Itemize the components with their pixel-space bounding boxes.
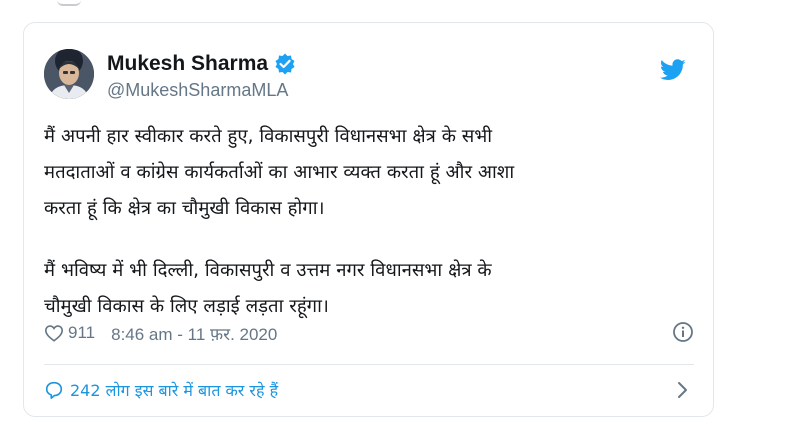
heart-icon[interactable]	[44, 324, 64, 342]
tweet-text-line: मैं भविष्य में भी दिल्ली, विकासपुरी व उत…	[44, 260, 492, 281]
tweet-text-line: मैं अपनी हार स्वीकार करते हुए, विकासपुरी…	[44, 126, 493, 147]
chevron-right-icon[interactable]	[676, 381, 688, 399]
conversation-label[interactable]: 242 लोग इस बारे में बात कर रहे हैं	[70, 379, 278, 401]
avatar[interactable]	[44, 49, 94, 99]
info-icon[interactable]	[672, 321, 694, 343]
tweet-text-line: करता हूं कि क्षेत्र का चौमुखी विकास होगा…	[44, 198, 325, 219]
like-count[interactable]: 911	[68, 323, 95, 343]
speech-bubble-icon	[44, 380, 64, 400]
display-name[interactable]: Mukesh Sharma	[107, 52, 268, 76]
top-edge-fragment	[57, 0, 81, 6]
tweet-text-line: मतदाताओं व कांग्रेस कार्यकर्ताओं का आभार…	[44, 162, 515, 183]
author-block[interactable]: Mukesh Sharma @MukeshSharmaMLA	[107, 51, 296, 101]
tweet-meta: 911 8:46 am - 11 फ़र. 2020	[44, 321, 694, 345]
twitter-bird-icon[interactable]	[659, 59, 686, 81]
tweet-text: मैं अपनी हार स्वीकार करते हुए, विकासपुरी…	[44, 119, 694, 325]
divider	[44, 364, 694, 365]
tweet-text-line: चौमुखी विकास के लिए लड़ाई लड़ता रहूंगा।	[44, 296, 329, 317]
conversation-link[interactable]: 242 लोग इस बारे में बात कर रहे हैं	[44, 375, 694, 405]
handle[interactable]: @MukeshSharmaMLA	[107, 80, 296, 101]
timestamp[interactable]: 8:46 am - 11 फ़र. 2020	[111, 322, 277, 345]
verified-badge-icon	[274, 53, 296, 75]
tweet-card[interactable]: Mukesh Sharma @MukeshSharmaMLA मैं अपनी …	[23, 22, 714, 417]
